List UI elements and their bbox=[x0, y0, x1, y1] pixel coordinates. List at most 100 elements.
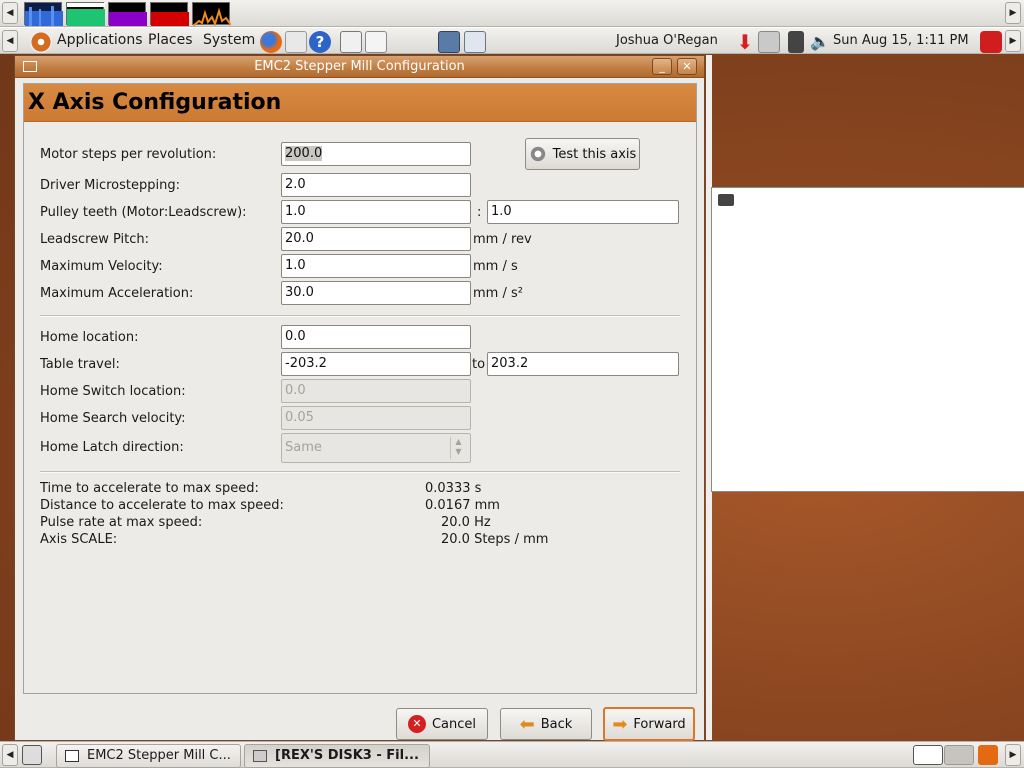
panel-scroll-left-icon[interactable]: ◀ bbox=[2, 2, 18, 24]
motor-steps-input[interactable]: 200.0 bbox=[281, 142, 471, 166]
folder-window-icon bbox=[253, 750, 267, 762]
clock[interactable]: Sun Aug 15, 1:11 PM bbox=[833, 33, 969, 48]
result-pulse-value: 20.0 Hz bbox=[441, 515, 491, 530]
dialog-titlebar[interactable]: EMC2 Stepper Mill Configuration _ ✕ bbox=[15, 56, 704, 78]
workspace-1-icon[interactable] bbox=[913, 745, 943, 765]
forward-button[interactable]: ➡ Forward bbox=[603, 707, 695, 741]
microstepping-label: Driver Microstepping: bbox=[40, 178, 180, 193]
background-window[interactable] bbox=[711, 187, 1024, 492]
trash-icon[interactable] bbox=[978, 745, 998, 765]
table-travel-min-input[interactable]: -203.2 bbox=[281, 352, 471, 376]
motor-steps-label: Motor steps per revolution: bbox=[40, 147, 217, 162]
workspace-2-icon[interactable] bbox=[944, 745, 974, 765]
back-button[interactable]: ⬅ Back bbox=[500, 708, 592, 740]
microstepping-input[interactable]: 2.0 bbox=[281, 173, 471, 197]
shutdown-icon[interactable] bbox=[980, 31, 1002, 53]
cancel-label: Cancel bbox=[431, 716, 477, 732]
memory-graph-icon bbox=[67, 3, 105, 26]
panel-scroll-right-icon[interactable]: ▶ bbox=[1005, 2, 1021, 24]
applications-menu[interactable]: Applications bbox=[57, 32, 143, 48]
back-label: Back bbox=[540, 716, 573, 732]
pitch-unit: mm / rev bbox=[473, 232, 532, 247]
max-velocity-label: Maximum Velocity: bbox=[40, 259, 163, 274]
separator-2 bbox=[40, 471, 680, 473]
pulley-label: Pulley teeth (Motor:Leadscrew): bbox=[40, 205, 247, 220]
home-search-input: 0.05 bbox=[281, 406, 471, 430]
max-accel-input[interactable]: 30.0 bbox=[281, 281, 471, 305]
max-accel-label: Maximum Acceleration: bbox=[40, 286, 194, 301]
home-switch-label: Home Switch location: bbox=[40, 384, 186, 399]
gears-icon bbox=[528, 145, 547, 163]
system-menu[interactable]: System bbox=[203, 32, 255, 48]
home-latch-value: Same bbox=[285, 440, 322, 455]
places-menu[interactable]: Places bbox=[148, 32, 193, 48]
table-travel-label: Table travel: bbox=[40, 357, 120, 372]
result-scale-label: Axis SCALE: bbox=[40, 532, 118, 547]
result-time-label: Time to accelerate to max speed: bbox=[40, 481, 259, 496]
top-panel-monitors: ◀ ▶ bbox=[0, 0, 1024, 27]
update-notifier-icon[interactable] bbox=[365, 31, 387, 53]
task-emc2[interactable]: EMC2 Stepper Mill C... bbox=[56, 744, 241, 768]
content-frame: X Axis Configuration Motor steps per rev… bbox=[23, 83, 697, 694]
home-latch-select: Same ▲ ▼ bbox=[281, 433, 471, 463]
cancel-button[interactable]: ✕ Cancel bbox=[396, 708, 488, 740]
updown-arrow-icon: ▲ ▼ bbox=[450, 437, 466, 459]
task-rex-disk[interactable]: [REX'S DISK3 - Fil... bbox=[244, 744, 430, 768]
bottom-panel: ◀ EMC2 Stepper Mill C... [REX'S DISK3 - … bbox=[0, 741, 1024, 768]
window-icon bbox=[65, 750, 79, 762]
mail-icon[interactable] bbox=[285, 31, 307, 53]
network-monitor-icon[interactable] bbox=[108, 2, 147, 26]
separator-1 bbox=[40, 315, 680, 317]
forward-arrow-icon: ➡ bbox=[612, 713, 628, 735]
back-arrow-icon: ⬅ bbox=[519, 713, 535, 735]
home-location-input[interactable]: 0.0 bbox=[281, 325, 471, 349]
config-dialog: EMC2 Stepper Mill Configuration _ ✕ X Ax… bbox=[14, 55, 705, 741]
minimize-icon[interactable]: _ bbox=[652, 58, 672, 75]
user-name[interactable]: Joshua O'Regan bbox=[616, 33, 718, 48]
pulley-leadscrew-input[interactable]: 1.0 bbox=[487, 200, 679, 224]
max-velocity-input[interactable]: 1.0 bbox=[281, 254, 471, 278]
swap-graph-icon bbox=[151, 12, 189, 26]
pitch-label: Leadscrew Pitch: bbox=[40, 232, 150, 247]
cpu-monitor-icon[interactable] bbox=[24, 2, 63, 26]
top-panel-menus: ◀ Applications Places System ? Joshua O'… bbox=[0, 27, 1024, 54]
close-icon[interactable]: ✕ bbox=[677, 58, 697, 75]
pulley-separator: : bbox=[477, 205, 482, 220]
load-graph-icon bbox=[192, 7, 232, 27]
table-travel-max-input[interactable]: 203.2 bbox=[487, 352, 679, 376]
screenshot-tool-icon[interactable] bbox=[438, 31, 460, 53]
test-axis-label: Test this axis bbox=[552, 146, 637, 162]
panel2-scroll-left-icon[interactable]: ◀ bbox=[2, 30, 18, 52]
printer-icon[interactable] bbox=[758, 31, 780, 53]
load-monitor-icon[interactable] bbox=[192, 2, 232, 27]
volume-icon[interactable]: 🔈 bbox=[810, 31, 832, 53]
max-velocity-unit: mm / s bbox=[473, 259, 518, 274]
dialog-title: EMC2 Stepper Mill Configuration bbox=[254, 59, 465, 74]
swap-monitor-icon[interactable] bbox=[150, 2, 189, 26]
table-travel-to: to bbox=[472, 357, 486, 372]
test-axis-button[interactable]: Test this axis bbox=[525, 138, 640, 170]
panel2-scroll-right-icon[interactable]: ▶ bbox=[1005, 30, 1021, 52]
result-scale-value: 20.0 Steps / mm bbox=[441, 532, 549, 547]
home-latch-label: Home Latch direction: bbox=[40, 440, 184, 455]
task-rex-disk-label: [REX'S DISK3 - Fil... bbox=[275, 748, 419, 763]
download-arrow-icon[interactable]: ⬇ bbox=[734, 31, 756, 53]
firefox-icon[interactable] bbox=[260, 31, 282, 53]
home-search-label: Home Search velocity: bbox=[40, 411, 186, 426]
network-status-icon[interactable] bbox=[788, 31, 804, 53]
help-icon[interactable]: ? bbox=[309, 31, 331, 53]
taskbar-scroll-left-icon[interactable]: ◀ bbox=[2, 744, 18, 766]
ubuntu-logo-icon[interactable] bbox=[30, 31, 52, 53]
show-desktop-icon[interactable] bbox=[340, 31, 362, 53]
window-menu-icon[interactable] bbox=[23, 61, 37, 72]
page-header: X Axis Configuration bbox=[24, 84, 696, 122]
pitch-input[interactable]: 20.0 bbox=[281, 227, 471, 251]
memory-monitor-icon[interactable] bbox=[66, 2, 105, 26]
page-title: X Axis Configuration bbox=[28, 90, 282, 115]
pulley-motor-input[interactable]: 1.0 bbox=[281, 200, 471, 224]
taskbar-scroll-right-icon[interactable]: ▶ bbox=[1005, 744, 1021, 766]
show-desktop-taskbar-icon[interactable] bbox=[22, 745, 42, 765]
image-editor-icon[interactable] bbox=[464, 31, 486, 53]
motor-steps-value: 200.0 bbox=[285, 146, 323, 161]
result-pulse-label: Pulse rate at max speed: bbox=[40, 515, 203, 530]
